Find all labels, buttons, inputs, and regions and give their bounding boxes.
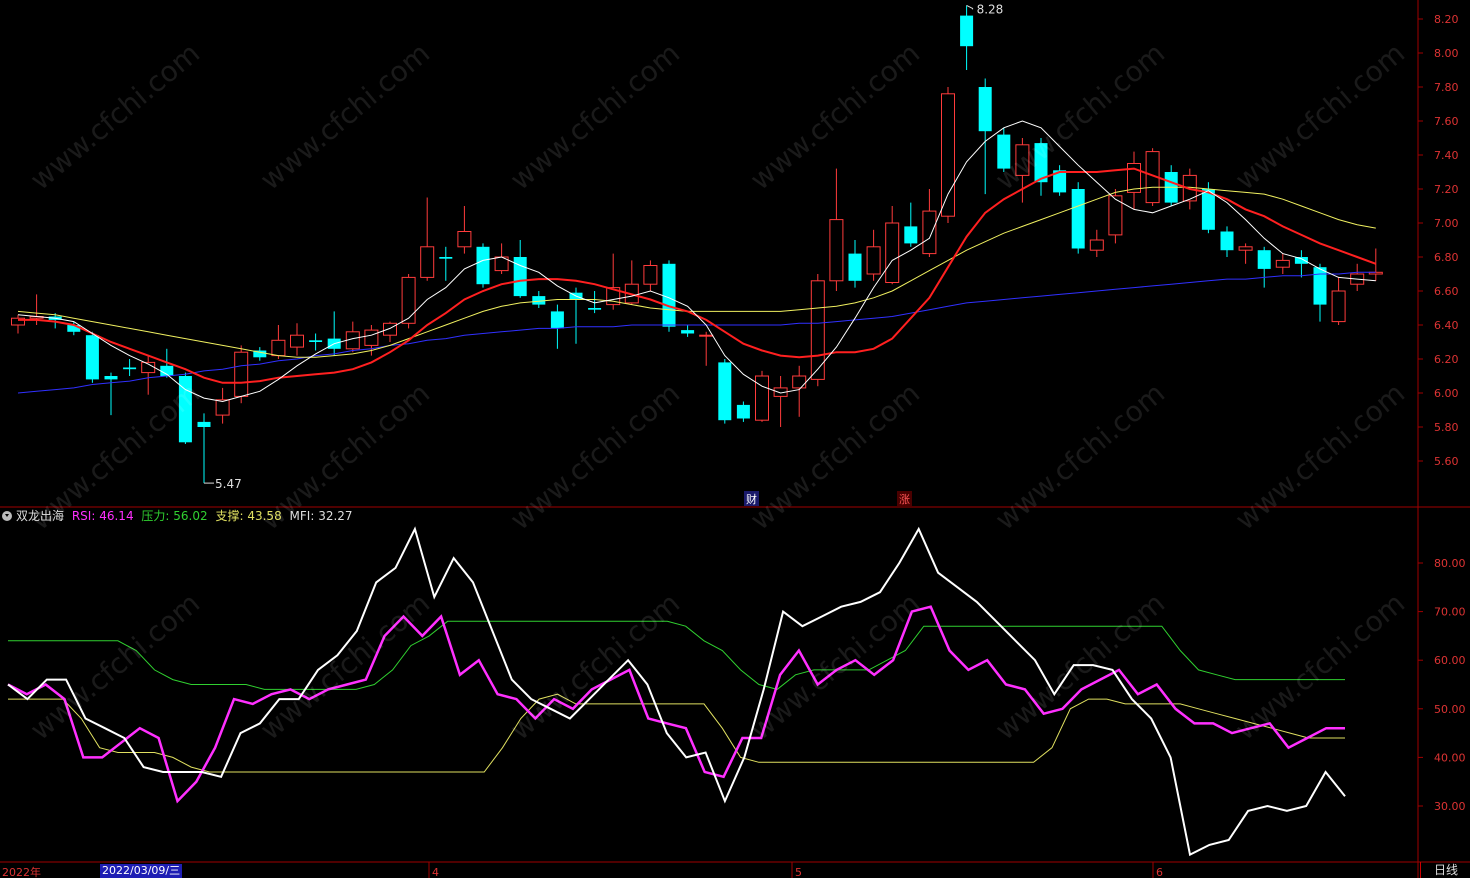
candle-body bbox=[960, 15, 974, 47]
indicator-tick-label: 60.00 bbox=[1434, 654, 1466, 667]
candle-body bbox=[941, 93, 955, 217]
price-tick-label: 6.00 bbox=[1434, 387, 1459, 400]
candle-body bbox=[457, 231, 472, 248]
candle-body bbox=[588, 308, 602, 310]
ma5-line bbox=[17, 120, 1376, 403]
candle-body bbox=[123, 367, 137, 370]
indicator-tick-label: 80.00 bbox=[1434, 557, 1466, 570]
candle-body bbox=[215, 399, 230, 416]
candle-body bbox=[290, 334, 304, 348]
month-label: 4 bbox=[432, 866, 439, 878]
price-tick-label: 6.20 bbox=[1434, 353, 1459, 366]
price-tick-label: 6.60 bbox=[1434, 285, 1459, 298]
candle-body bbox=[234, 351, 249, 397]
price-tick-label: 6.40 bbox=[1434, 319, 1459, 332]
ma20-line bbox=[17, 186, 1376, 358]
ma60-line bbox=[17, 271, 1376, 394]
price-tick-label: 7.20 bbox=[1434, 183, 1459, 196]
high-label: 8.28 bbox=[977, 2, 1004, 16]
candle-body bbox=[1257, 250, 1271, 269]
candle-body bbox=[643, 265, 658, 285]
price-tick-label: 7.60 bbox=[1434, 115, 1459, 128]
price-tick-label: 7.40 bbox=[1434, 149, 1459, 162]
candle-body bbox=[401, 276, 416, 324]
candle-body bbox=[1275, 259, 1290, 268]
indicator-tick-label: 30.00 bbox=[1434, 800, 1466, 813]
high-pointer bbox=[966, 4, 974, 10]
candle-body bbox=[1294, 257, 1308, 264]
month-label: 5 bbox=[795, 866, 802, 878]
pressure-value: 56.02 bbox=[173, 509, 208, 523]
price-tick-label: 8.00 bbox=[1434, 47, 1459, 60]
candle-body bbox=[848, 253, 862, 281]
candle-body bbox=[550, 311, 564, 329]
finance-marker: 财 bbox=[746, 492, 757, 506]
price-tick-label: 5.80 bbox=[1434, 421, 1459, 434]
month-label: 6 bbox=[1156, 866, 1163, 878]
price-tick-label: 7.80 bbox=[1434, 81, 1459, 94]
candle-body bbox=[1015, 144, 1030, 176]
rsi-value: 46.14 bbox=[99, 509, 134, 523]
period-selector[interactable]: 日线 bbox=[1420, 862, 1470, 878]
candle-body bbox=[755, 375, 769, 421]
candle-body bbox=[1089, 239, 1104, 251]
candle-body bbox=[978, 87, 992, 132]
candle-body bbox=[718, 362, 732, 421]
price-tick-label: 8.20 bbox=[1434, 13, 1459, 26]
indicator-name[interactable]: 双龙出海 bbox=[16, 509, 64, 523]
mfi-value: 32.27 bbox=[318, 509, 353, 523]
candle-body bbox=[513, 257, 527, 297]
support-value: 43.58 bbox=[247, 509, 282, 523]
candle-body bbox=[1220, 231, 1234, 251]
stock-chart[interactable]: 8.20 8.00 7.80 7.60 7.40 7.20 7.00 6.80 6.60 6.40… bbox=[0, 0, 1470, 878]
rsi-label: RSI: bbox=[71, 509, 96, 523]
mfi-label: MFI: bbox=[289, 509, 315, 523]
candle-body bbox=[1238, 246, 1253, 251]
candle-body bbox=[829, 219, 844, 282]
candle-body bbox=[309, 340, 323, 342]
candle-body bbox=[420, 246, 435, 278]
indicator-tick-label: 40.00 bbox=[1434, 751, 1466, 764]
indicator-tick-label: 50.00 bbox=[1434, 703, 1466, 716]
candle-body bbox=[792, 375, 807, 389]
candle-body bbox=[85, 335, 99, 380]
candle-body bbox=[699, 334, 714, 337]
candle-body bbox=[866, 246, 881, 275]
candle-body bbox=[1331, 290, 1346, 323]
low-label: 5.47 bbox=[215, 477, 242, 491]
price-tick-label: 6.80 bbox=[1434, 251, 1459, 264]
candle-body bbox=[104, 376, 118, 380]
indicator-tick-label: 70.00 bbox=[1434, 606, 1466, 619]
candle-body bbox=[1313, 267, 1327, 305]
candle-body bbox=[271, 339, 286, 357]
price-tick-label: 5.60 bbox=[1434, 455, 1459, 468]
candle-body bbox=[810, 280, 825, 380]
indicator-menu-icon[interactable] bbox=[2, 511, 12, 521]
indicator-header: 双龙出海 RSI: 46.14 压力: 56.02 支撑: 43.58 MFI:… bbox=[2, 508, 357, 524]
candle-body bbox=[997, 134, 1011, 169]
year-label: 2022年 bbox=[2, 865, 41, 878]
candle-body bbox=[885, 222, 900, 283]
candle-body bbox=[476, 246, 490, 285]
pressure-line bbox=[8, 620, 1345, 690]
crosshair-date-label: 2022/03/09/三 bbox=[100, 864, 183, 878]
candle-body bbox=[681, 330, 695, 334]
candle-body bbox=[736, 404, 750, 419]
support-label: 支撑: bbox=[215, 509, 244, 523]
candle-body bbox=[383, 322, 397, 336]
candle-body bbox=[1071, 189, 1085, 249]
candle-body bbox=[364, 329, 379, 346]
rise-marker: 涨 bbox=[899, 493, 910, 506]
candle-body bbox=[439, 257, 453, 259]
candle-body bbox=[662, 263, 676, 327]
candle-body bbox=[197, 421, 211, 427]
price-tick-label: 7.00 bbox=[1434, 217, 1459, 230]
candle-body bbox=[922, 210, 937, 255]
candle-body bbox=[904, 226, 918, 244]
pressure-label: 压力: bbox=[141, 509, 170, 523]
